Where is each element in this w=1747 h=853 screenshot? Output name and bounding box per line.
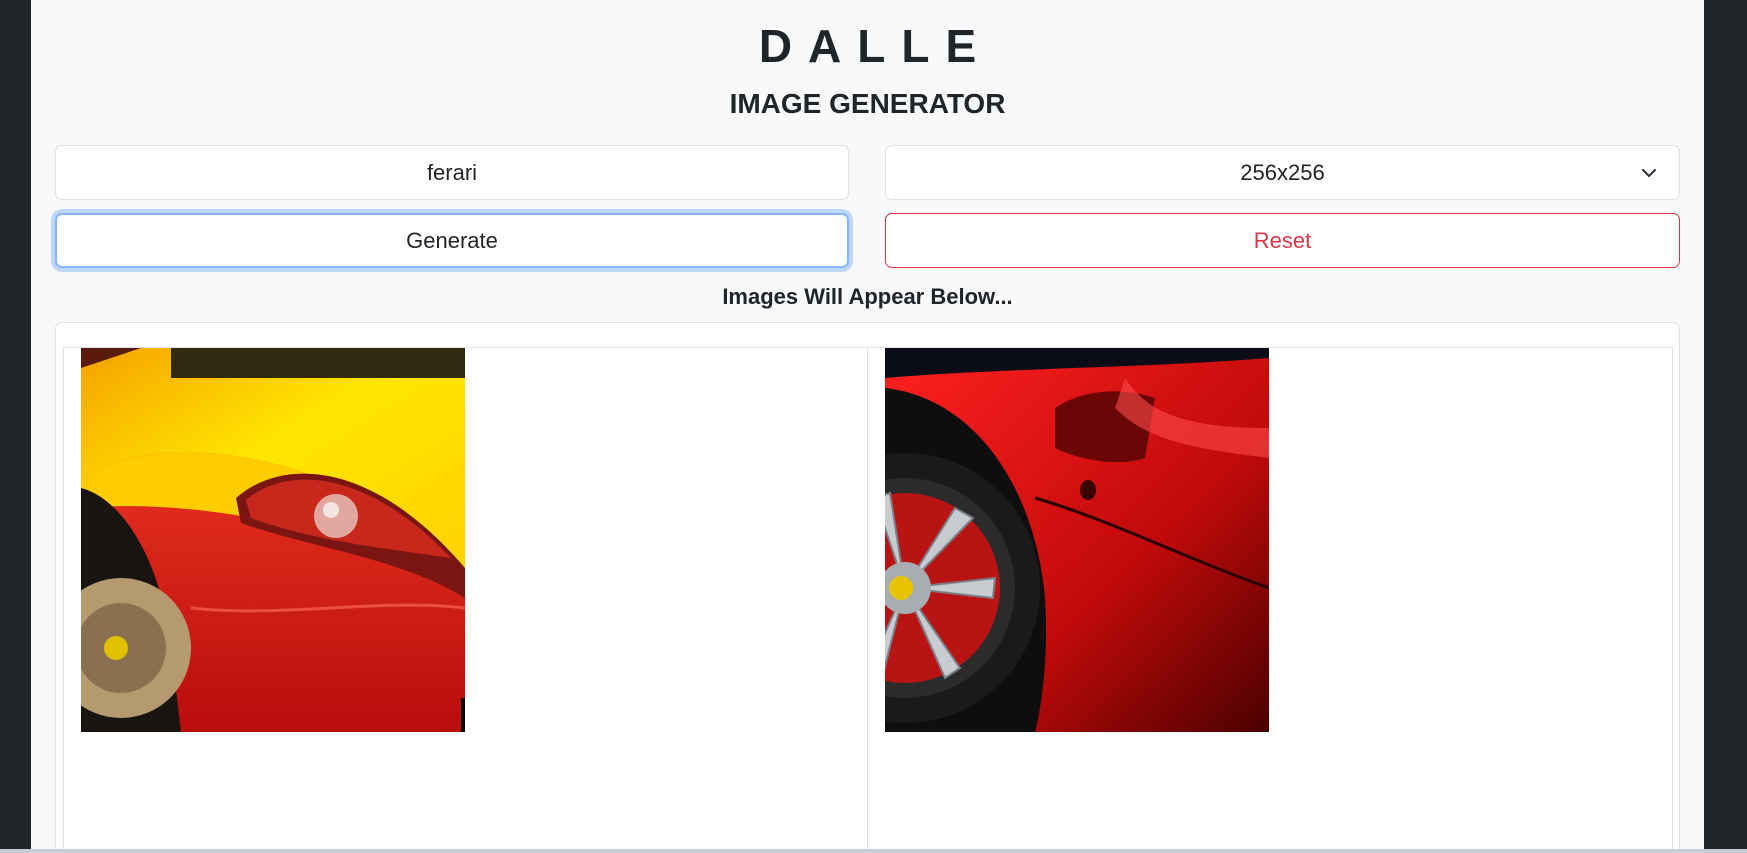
results-heading: Images Will Appear Below... [722, 284, 1013, 309]
app-page: DALLE IMAGE GENERATOR ferari 256x256 Gen… [31, 0, 1704, 853]
chevron-down-icon [1641, 168, 1657, 178]
window-bottom-edge [0, 849, 1747, 853]
generate-button[interactable]: Generate [55, 213, 849, 268]
size-select-value: 256x256 [1240, 159, 1325, 185]
size-select[interactable]: 256x256 [885, 145, 1680, 200]
result-cell [63, 347, 868, 853]
app-title: DALLE [758, 20, 993, 72]
reset-button[interactable]: Reset [885, 213, 1680, 268]
generated-image-2 [885, 348, 1269, 732]
app-subtitle: IMAGE GENERATOR [729, 88, 1006, 119]
generated-image-1 [81, 348, 465, 732]
prompt-input-value: ferari [426, 159, 478, 185]
result-cell [867, 347, 1673, 853]
results-container [55, 322, 1680, 853]
prompt-input[interactable]: ferari [55, 145, 849, 200]
generated-image[interactable] [885, 348, 1269, 732]
generated-image[interactable] [81, 348, 465, 732]
